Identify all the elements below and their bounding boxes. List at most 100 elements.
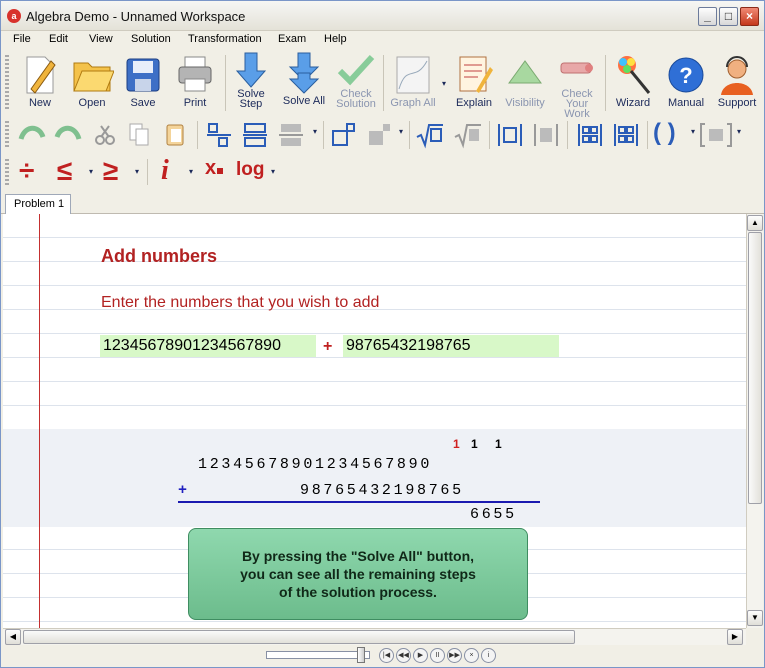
abs-icon[interactable]: [495, 121, 525, 149]
playback-slider-knob[interactable]: [357, 647, 365, 663]
geq-button[interactable]: ≥: [103, 155, 118, 187]
problem-heading: Add numbers: [101, 246, 218, 266]
horizontal-scroll-thumb[interactable]: [23, 630, 575, 644]
symbol-toolbar: ÷ ≤ ▾ ≥ ▾ i ▾ x log ▾: [1, 153, 764, 191]
stop-icon[interactable]: ×: [464, 648, 479, 663]
print-button[interactable]: Print: [173, 53, 217, 109]
scroll-left-button[interactable]: ◀: [5, 629, 21, 645]
leq-dropdown[interactable]: ▾: [89, 167, 93, 176]
rewind-icon[interactable]: ◀◀: [396, 648, 411, 663]
imaginary-dropdown[interactable]: ▾: [189, 167, 193, 176]
explain-button[interactable]: Explain: [451, 53, 497, 109]
toolbar-grip[interactable]: [5, 55, 9, 111]
solve-all-button[interactable]: Solve All: [279, 51, 329, 107]
solve-all-icon: [288, 52, 320, 94]
menu-edit[interactable]: Edit: [49, 33, 68, 45]
vertical-scroll-thumb[interactable]: [748, 232, 762, 504]
menu-file[interactable]: File: [13, 33, 31, 45]
number-a-input[interactable]: 12345678901234567890: [100, 335, 316, 357]
first-step-icon[interactable]: |◀: [379, 648, 394, 663]
explain-label: Explain: [455, 97, 493, 109]
maximize-button[interactable]: □: [719, 7, 738, 26]
number-b-input[interactable]: 98765432198765: [343, 335, 559, 357]
determinant-icon[interactable]: [611, 121, 641, 149]
bracket-dropdown[interactable]: ▾: [737, 127, 741, 136]
worksheet[interactable]: Add numbers Enter the numbers that you w…: [3, 214, 746, 628]
divide-button[interactable]: ÷: [19, 155, 34, 187]
menu-transformation[interactable]: Transformation: [188, 33, 262, 45]
graph-all-dropdown[interactable]: ▾: [441, 79, 447, 88]
mixed-fraction-icon[interactable]: [277, 121, 305, 149]
copy-icon[interactable]: [127, 121, 151, 147]
manual-button[interactable]: ? Manual: [663, 53, 709, 109]
open-button[interactable]: Open: [69, 53, 115, 109]
print-icon: [178, 56, 212, 92]
info-icon[interactable]: i: [481, 648, 496, 663]
manual-label: Manual: [667, 97, 705, 109]
undo-icon[interactable]: [17, 123, 47, 147]
imaginary-button[interactable]: i: [161, 155, 169, 187]
fraction-dropdown[interactable]: ▾: [313, 127, 317, 136]
menu-help[interactable]: Help: [324, 33, 347, 45]
redo-icon[interactable]: [53, 123, 83, 147]
new-button[interactable]: New: [19, 53, 61, 109]
abs-fill-icon[interactable]: [531, 121, 561, 149]
geq-dropdown[interactable]: ▾: [135, 167, 139, 176]
check-work-button[interactable]: Check Your Work: [553, 51, 601, 120]
support-button[interactable]: Support: [713, 53, 761, 109]
subscript-button[interactable]: x: [205, 157, 224, 180]
subscript-box-icon: [217, 168, 224, 174]
visibility-button[interactable]: Visibility: [501, 53, 549, 109]
toolbar-separator: [225, 55, 226, 111]
power-icon[interactable]: [329, 121, 357, 149]
tab-problem-1[interactable]: Problem 1: [5, 194, 71, 214]
explain-icon: [459, 56, 493, 93]
play-icon[interactable]: ▶: [413, 648, 428, 663]
playback-slider[interactable]: [266, 647, 370, 663]
addend-operator: +: [178, 482, 190, 499]
paste-icon[interactable]: [163, 121, 187, 147]
solve-step-label-2: Step: [239, 98, 263, 110]
close-button[interactable]: ×: [740, 7, 759, 26]
scroll-right-button[interactable]: ▶: [727, 629, 743, 645]
fraction-icon[interactable]: [205, 121, 233, 149]
cut-icon[interactable]: [93, 123, 117, 147]
horizontal-scrollbar[interactable]: ◀ ▶: [3, 628, 746, 645]
wizard-button[interactable]: Wizard: [611, 53, 655, 109]
open-icon: [73, 62, 114, 92]
stacked-fraction-icon[interactable]: [241, 121, 269, 149]
check-solution-button[interactable]: Check Solution: [333, 51, 379, 110]
minimize-button[interactable]: _: [698, 7, 717, 26]
log-dropdown[interactable]: ▾: [271, 167, 275, 176]
leq-button[interactable]: ≤: [57, 155, 72, 187]
power-dropdown[interactable]: ▾: [399, 127, 403, 136]
menu-view[interactable]: View: [89, 33, 113, 45]
bracket-icon[interactable]: [699, 121, 733, 149]
log-button[interactable]: log: [236, 159, 265, 181]
margin-line: [39, 214, 40, 628]
scroll-up-button[interactable]: ▲: [747, 215, 763, 231]
pause-icon[interactable]: II: [430, 648, 445, 663]
forward-icon[interactable]: ▶▶: [447, 648, 462, 663]
matrix-icon[interactable]: [575, 121, 605, 149]
toolbar-separator: [383, 55, 384, 111]
nth-root-icon[interactable]: [453, 121, 483, 149]
scroll-down-button[interactable]: ▼: [747, 610, 763, 626]
toolbar-grip[interactable]: [5, 121, 9, 149]
toolbar-grip[interactable]: [5, 159, 9, 185]
parens-dropdown[interactable]: ▾: [691, 127, 695, 136]
save-button[interactable]: Save: [121, 53, 165, 109]
power-fill-icon[interactable]: [365, 121, 393, 149]
parens-button[interactable]: ( ): [653, 119, 676, 147]
app-window: a Algebra Demo - Unnamed Workspace _ □ ×…: [0, 0, 765, 668]
problem-prompt: Enter the numbers that you wish to add: [101, 294, 380, 311]
menu-solution[interactable]: Solution: [131, 33, 171, 45]
sqrt-icon[interactable]: [415, 121, 445, 149]
solve-step-button[interactable]: Solve Step: [231, 51, 271, 110]
menu-exam[interactable]: Exam: [278, 33, 306, 45]
vertical-scrollbar[interactable]: ▲ ▼: [746, 214, 763, 628]
graph-all-button[interactable]: Graph All: [387, 53, 439, 109]
toolbar-separator: [409, 121, 410, 149]
visibility-icon: [508, 60, 542, 84]
toolbar-separator: [197, 121, 198, 149]
